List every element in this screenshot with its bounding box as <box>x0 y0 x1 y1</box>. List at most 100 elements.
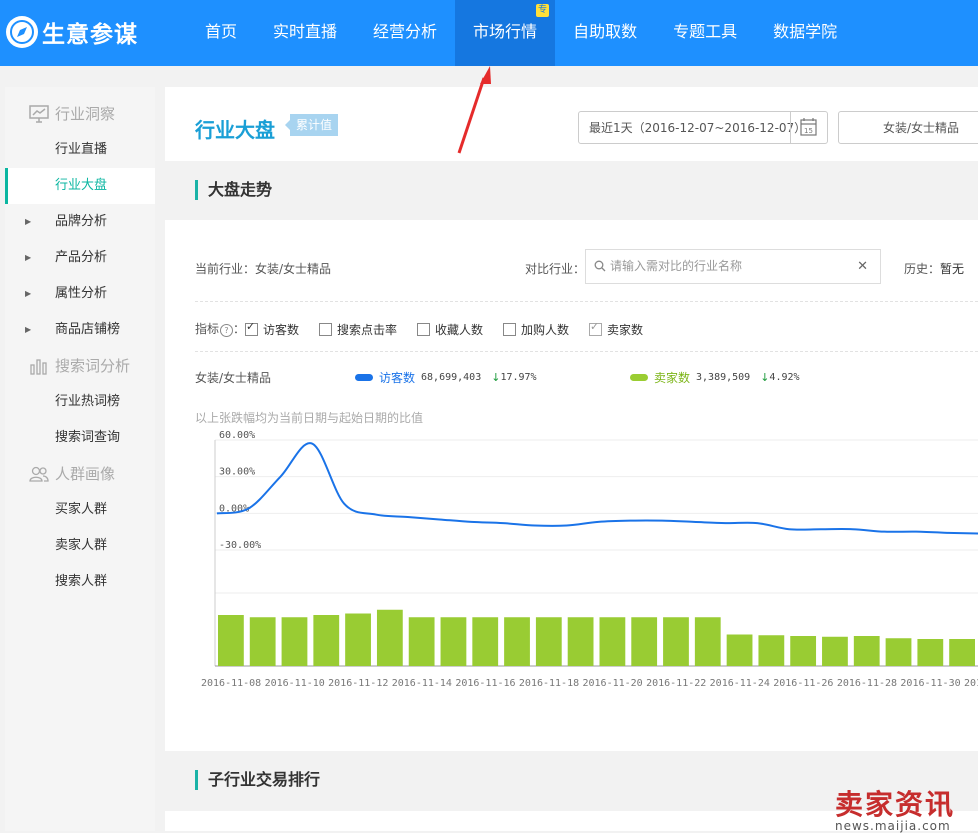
sidebar-item-label: 商品店铺榜 <box>55 322 121 337</box>
x-tick-label: 2016-11-24 <box>710 678 770 689</box>
checkbox-label: 收藏人数 <box>435 323 484 337</box>
x-tick-label: 2016-11-12 <box>328 678 388 689</box>
sidebar-item-industry-overview[interactable]: 行业大盘 <box>5 168 155 204</box>
monitor-chart-icon <box>29 105 49 123</box>
checkbox-label: 搜索点击率 <box>337 323 398 337</box>
bar <box>249 617 276 666</box>
history: 历史：暂无 <box>904 260 964 277</box>
bar <box>472 617 499 666</box>
nav-label: 经营分析 <box>373 22 438 41</box>
nav-label: 市场行情 <box>473 22 538 41</box>
x-tick-label: 2016-11-22 <box>646 678 706 689</box>
caret-right-icon: ▶ <box>25 253 32 262</box>
sidebar-item-attribute-analysis[interactable]: ▶ 属性分析 <box>5 276 155 312</box>
bar <box>853 636 880 666</box>
sidebar-item-hot-words[interactable]: 行业热词榜 <box>5 384 155 420</box>
section-title: 大盘走势 <box>195 180 272 200</box>
legend-industry: 女装/女士精品 <box>195 371 272 385</box>
sidebar-item-label: 产品分析 <box>55 250 108 265</box>
checkbox[interactable] <box>319 323 332 336</box>
bar <box>567 617 594 666</box>
legend-name: 卖家数 <box>654 371 691 385</box>
bar <box>218 615 244 666</box>
x-tick-label: 2016-11-08 <box>201 678 261 689</box>
logo-text: 生意参谋 <box>42 22 138 48</box>
bar <box>885 638 912 666</box>
compare-industry-input[interactable]: 请输入需对比的行业名称 ✕ <box>585 249 881 284</box>
nav-realtime[interactable]: 实时直播 <box>255 0 355 66</box>
y-tick-label: 60.00% <box>219 430 255 441</box>
metric-checkbox-favorites[interactable]: 收藏人数 <box>417 321 483 338</box>
bar <box>917 639 944 666</box>
legend-visitors[interactable]: 访客数 68,699,403 ↓ 17.97% <box>355 369 537 386</box>
nav-academy[interactable]: 数据学院 <box>755 0 855 66</box>
sidebar-group-audience: 人群画像 <box>5 456 155 492</box>
sidebar-item-industry-live[interactable]: 行业直播 <box>5 132 155 168</box>
sidebar-item-keyword-query[interactable]: 搜索词查询 <box>5 420 155 456</box>
sidebar-item-store-ranking[interactable]: ▶ 商品店铺榜 <box>5 312 155 348</box>
sidebar-group-industry: 行业洞察 <box>5 96 155 132</box>
bar <box>790 636 817 666</box>
divider <box>195 351 978 352</box>
x-tick-label: 201 <box>964 678 978 689</box>
nav-tools[interactable]: 专题工具 <box>655 0 755 66</box>
help-icon[interactable]: ? <box>220 324 234 337</box>
checkbox[interactable] <box>417 323 430 336</box>
calendar-day: 15 <box>804 127 813 135</box>
nav-home[interactable]: 首页 <box>187 0 255 66</box>
nav-self-service[interactable]: 自助取数 <box>555 0 655 66</box>
category-select[interactable]: 女装/女士精品 <box>838 111 978 144</box>
nav-market[interactable]: 市场行情 专 <box>455 0 556 66</box>
date-range-picker[interactable]: 最近1天（2016-12-07~2016-12-07） 15 <box>578 111 828 144</box>
search-icon <box>594 260 606 272</box>
down-arrow-icon: ↓ <box>760 371 770 384</box>
page-title: 行业大盘 <box>195 118 275 142</box>
sidebar-item-product-analysis[interactable]: ▶ 产品分析 <box>5 240 155 276</box>
metric-checkbox-sellers[interactable]: 卖家数 <box>589 320 643 338</box>
logo[interactable]: 生意参谋 <box>6 14 138 50</box>
legend-sellers[interactable]: 卖家数 3,389,509 ↓ 4.92% <box>630 369 800 386</box>
legend-change: 17.97% <box>500 372 537 383</box>
bar <box>313 615 340 666</box>
nav-label: 自助取数 <box>573 22 638 41</box>
nav-label: 实时直播 <box>273 22 338 41</box>
legend-value: 3,389,509 <box>696 372 751 383</box>
chart-note: 以上张跌幅均为当前日期与起始日期的比值 <box>195 411 424 425</box>
sidebar-item-seller-audience[interactable]: 卖家人群 <box>5 528 155 564</box>
metric-checkbox-visitors[interactable]: 访客数 <box>245 320 300 338</box>
metrics-label-text: 指标 <box>195 322 220 336</box>
history-label: 历史： <box>904 262 941 276</box>
sidebar-item-brand-analysis[interactable]: ▶ 品牌分析 <box>5 204 155 240</box>
checkbox-label: 访客数 <box>263 323 300 337</box>
cumulative-tag: 累计值 <box>284 114 339 136</box>
bar <box>631 617 658 666</box>
nav-business-analysis[interactable]: 经营分析 <box>355 0 455 66</box>
metric-checkbox-search-ctr[interactable]: 搜索点击率 <box>319 321 397 338</box>
compare-placeholder: 请输入需对比的行业名称 <box>610 259 743 273</box>
pro-badge: 专 <box>536 4 550 17</box>
nav-label: 数据学院 <box>773 22 838 41</box>
checkbox[interactable] <box>503 323 516 336</box>
category-select-value: 女装/女士精品 <box>882 121 959 135</box>
x-tick-label: 2016-11-18 <box>519 678 579 689</box>
metric-checkbox-add-cart[interactable]: 加购人数 <box>503 321 569 338</box>
metrics-label: 指标?： <box>195 322 246 337</box>
sidebar-group-search: 搜索词分析 <box>5 348 155 384</box>
bar <box>663 617 689 666</box>
top-navbar: 生意参谋 首页 实时直播 经营分析 市场行情 专 自助取数 专题工具 数据学院 <box>0 0 978 66</box>
x-tick-label: 2016-11-30 <box>900 678 960 689</box>
sidebar-item-search-audience[interactable]: 搜索人群 <box>5 564 155 600</box>
checkbox[interactable] <box>245 320 258 336</box>
users-icon <box>29 466 49 482</box>
calendar-icon[interactable]: 15 <box>790 112 827 143</box>
history-value: 暂无 <box>940 262 965 276</box>
bar <box>726 634 753 666</box>
clear-icon[interactable]: ✕ <box>857 250 868 283</box>
sidebar-item-buyer-audience[interactable]: 买家人群 <box>5 492 155 528</box>
caret-right-icon: ▶ <box>25 289 32 298</box>
checkbox[interactable] <box>589 320 602 336</box>
bar <box>440 617 467 666</box>
bar <box>949 639 975 666</box>
watermark: 卖家资讯 news.maijia.com <box>835 783 955 833</box>
section-header-trend: 大盘走势 <box>165 161 978 220</box>
